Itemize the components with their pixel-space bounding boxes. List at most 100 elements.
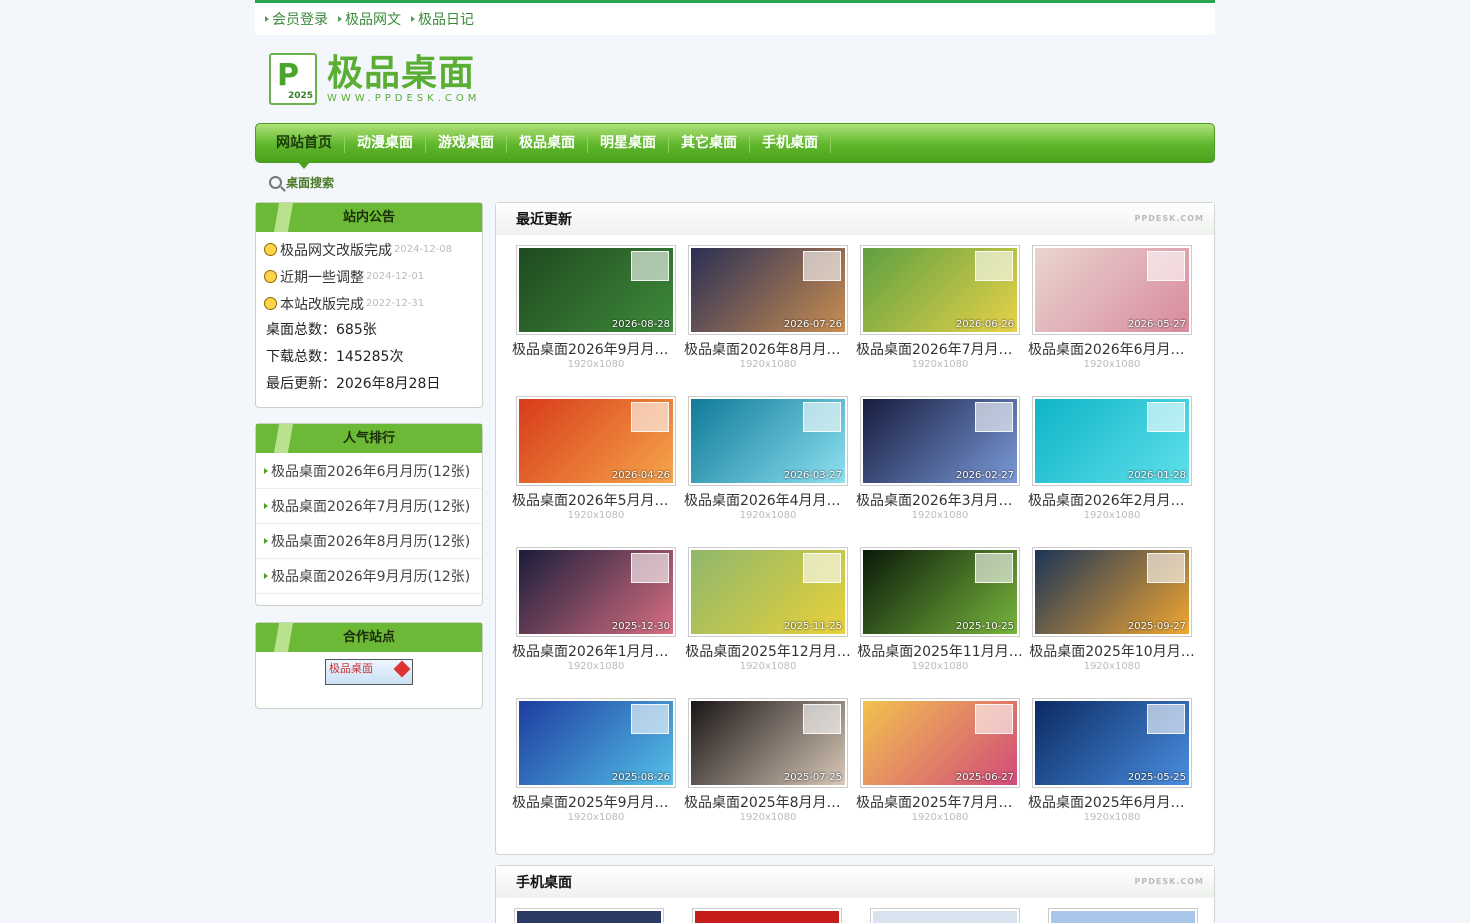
wallpaper-date: 2025-11-25	[783, 621, 842, 632]
wallpaper-thumbnail[interactable]: 2026-07-26	[688, 245, 848, 335]
wallpaper-title[interactable]: 极品桌面2026年9月月历…	[512, 339, 680, 359]
site-logo[interactable]: P 2025 极品桌面 WWW.PPDESK.COM	[255, 35, 1215, 123]
wallpaper-title[interactable]: 极品桌面2025年12月月…	[684, 641, 852, 661]
nav-item-1[interactable]: 动漫桌面	[345, 133, 426, 153]
wallpaper-size: 1920x1080	[911, 510, 969, 521]
wallpaper-card[interactable]: 2026-01-28 极品桌面2026年2月月历… 1920x1080	[1028, 396, 1196, 521]
wallpaper-size: 1920x1080	[911, 812, 969, 823]
logo-mark: P 2025	[269, 53, 317, 105]
wallpaper-size: 1920x1080	[739, 510, 797, 521]
wallpaper-thumbnail[interactable]: 2026-02-27	[860, 396, 1020, 486]
wallpaper-card[interactable]: 2025-09-27 极品桌面2025年10月月… 1920x1080	[1028, 547, 1196, 672]
wallpaper-title[interactable]: 极品桌面2025年8月月历…	[684, 792, 852, 812]
wallpaper-size: 1920x1080	[1083, 510, 1141, 521]
wallpaper-title[interactable]: 极品桌面2025年9月月历…	[512, 792, 680, 812]
notice-item[interactable]: 本站改版完成 2022-12-31	[256, 290, 482, 317]
wallpaper-thumbnail[interactable]: 2025-05-25	[1032, 698, 1192, 788]
wallpaper-card[interactable]: 2026-06-26 极品桌面2026年7月月历… 1920x1080	[856, 245, 1024, 370]
wallpaper-thumbnail[interactable]: 2026-05-27	[1032, 245, 1192, 335]
wallpaper-card[interactable]: 2025-12-30 极品桌面2026年1月月历… 1920x1080	[512, 547, 680, 672]
stat-line: 桌面总数：685张	[266, 322, 377, 338]
nav-item-6[interactable]: 手机桌面	[750, 133, 831, 153]
stat-line: 最后更新：2026年8月28日	[266, 376, 441, 392]
nav-item-2[interactable]: 游戏桌面	[426, 133, 507, 153]
member-login-link[interactable]: 会员登录	[265, 9, 328, 29]
rank-item[interactable]: 极品桌面2026年9月月历(12张)	[256, 559, 482, 594]
articles-link[interactable]: 极品网文	[338, 9, 401, 29]
rank-item[interactable]: 极品桌面2026年6月月历(12张)	[256, 454, 482, 489]
wallpaper-thumbnail[interactable]: 2025-08-26	[516, 698, 676, 788]
recent-panel: 最近更新 PPDESK.COM 2026-08-28 极品桌面2026年9月月历……	[495, 202, 1215, 855]
wallpaper-thumbnail[interactable]: 2026-08-28	[516, 245, 676, 335]
wallpaper-thumbnail[interactable]: 2025-07-25	[688, 698, 848, 788]
notice-item[interactable]: 极品网文改版完成 2024-12-08	[256, 236, 482, 263]
arrow-icon	[264, 468, 268, 474]
wallpaper-card[interactable]: 2025-11-25 极品桌面2025年12月月… 1920x1080	[684, 547, 852, 672]
wallpaper-thumbnail[interactable]: 2025-11-25	[688, 547, 848, 637]
wallpaper-thumbnail[interactable]: 2025-09-27	[1032, 547, 1192, 637]
wallpaper-title[interactable]: 极品桌面2025年6月月历…	[1028, 792, 1196, 812]
logo-title: 极品桌面	[327, 52, 476, 94]
wallpaper-card[interactable]: 2026-07-26 极品桌面2026年8月月历… 1920x1080	[684, 245, 852, 370]
wallpaper-thumbnail[interactable]: 2026-06-26	[860, 245, 1020, 335]
recent-header: 最近更新 PPDESK.COM	[496, 203, 1214, 235]
mobile-thumbnail[interactable]	[692, 908, 842, 923]
wallpaper-image: 2026-06-26	[863, 248, 1017, 332]
rank-item[interactable]: 极品桌面2026年7月月历(12张)	[256, 489, 482, 524]
wallpaper-image: 2025-09-27	[1035, 550, 1189, 634]
wallpaper-card[interactable]: 2025-06-27 极品桌面2025年7月月历… 1920x1080	[856, 698, 1024, 823]
nav-item-4[interactable]: 明星桌面	[588, 133, 669, 153]
wallpaper-image: 2026-05-27	[1035, 248, 1189, 332]
diary-link[interactable]: 极品日记	[411, 9, 474, 29]
notice-item[interactable]: 近期一些调整 2024-12-01	[256, 263, 482, 290]
wallpaper-title[interactable]: 极品桌面2026年7月月历…	[856, 339, 1024, 359]
mobile-thumbnail[interactable]	[514, 908, 664, 923]
wallpaper-title[interactable]: 极品桌面2025年11月月…	[856, 641, 1024, 661]
wallpaper-date: 2025-09-27	[1127, 621, 1186, 632]
wallpaper-title[interactable]: 极品桌面2026年2月月历…	[1028, 490, 1196, 510]
wallpaper-title[interactable]: 极品桌面2025年10月月…	[1028, 641, 1196, 661]
wallpaper-card[interactable]: 2025-07-25 极品桌面2025年8月月历… 1920x1080	[684, 698, 852, 823]
desktop-search-link[interactable]: 桌面搜索	[255, 163, 1215, 201]
wallpaper-title[interactable]: 极品桌面2026年5月月历…	[512, 490, 680, 510]
mobile-thumbnail[interactable]	[1048, 908, 1198, 923]
wallpaper-title[interactable]: 极品桌面2026年4月月历…	[684, 490, 852, 510]
wallpaper-date: 2026-05-27	[1127, 319, 1186, 330]
page: 会员登录 极品网文 极品日记 P 2025 极品桌面 WWW.PPDESK.CO…	[255, 0, 1215, 201]
wallpaper-title[interactable]: 极品桌面2025年7月月历…	[856, 792, 1024, 812]
wallpaper-thumbnail[interactable]: 2025-12-30	[516, 547, 676, 637]
wallpaper-date: 2026-04-26	[611, 470, 670, 481]
wallpaper-card[interactable]: 2025-05-25 极品桌面2025年6月月历… 1920x1080	[1028, 698, 1196, 823]
mobile-thumbnail[interactable]	[870, 908, 1020, 923]
wallpaper-card[interactable]: 2025-08-26 极品桌面2025年9月月历… 1920x1080	[512, 698, 680, 823]
rank-item[interactable]: 极品桌面2026年8月月历(12张)	[256, 524, 482, 559]
wallpaper-card[interactable]: 2026-03-27 极品桌面2026年4月月历… 1920x1080	[684, 396, 852, 521]
wallpaper-card[interactable]: 2026-05-27 极品桌面2026年6月月历… 1920x1080	[1028, 245, 1196, 370]
logo-letter: P	[277, 58, 299, 93]
calendar-overlay	[1147, 553, 1185, 583]
wallpaper-card[interactable]: 2026-08-28 极品桌面2026年9月月历… 1920x1080	[512, 245, 680, 370]
notice-box: 站内公告 极品网文改版完成 2024-12-08 近期一些调整 2024-12-01 本…	[255, 202, 483, 408]
wallpaper-thumbnail[interactable]: 2026-04-26	[516, 396, 676, 486]
wallpaper-card[interactable]: 2025-10-25 极品桌面2025年11月月… 1920x1080	[856, 547, 1024, 672]
wallpaper-title[interactable]: 极品桌面2026年1月月历…	[512, 641, 680, 661]
wallpaper-title[interactable]: 极品桌面2026年3月月历…	[856, 490, 1024, 510]
mobile-image	[695, 911, 839, 923]
wallpaper-thumbnail[interactable]: 2025-10-25	[860, 547, 1020, 637]
partner-badge[interactable]: 极品桌面	[325, 659, 413, 685]
link-label: 极品网文	[345, 12, 401, 28]
nav-item-0[interactable]: 网站首页	[264, 133, 345, 169]
wallpaper-card[interactable]: 2026-04-26 极品桌面2026年5月月历… 1920x1080	[512, 396, 680, 521]
wallpaper-thumbnail[interactable]: 2025-06-27	[860, 698, 1020, 788]
nav-item-5[interactable]: 其它桌面	[669, 133, 750, 153]
wallpaper-thumbnail[interactable]: 2026-03-27	[688, 396, 848, 486]
wallpaper-card[interactable]: 2026-02-27 极品桌面2026年3月月历… 1920x1080	[856, 396, 1024, 521]
nav-item-3[interactable]: 极品桌面	[507, 133, 588, 153]
wallpaper-title[interactable]: 极品桌面2026年6月月历…	[1028, 339, 1196, 359]
wallpaper-size: 1920x1080	[1083, 359, 1141, 370]
wallpaper-thumbnail[interactable]: 2026-01-28	[1032, 396, 1192, 486]
notice-date: 2022-12-31	[366, 298, 425, 309]
wallpaper-size: 1920x1080	[739, 359, 797, 370]
wallpaper-title[interactable]: 极品桌面2026年8月月历…	[684, 339, 852, 359]
arrow-icon	[411, 16, 415, 22]
